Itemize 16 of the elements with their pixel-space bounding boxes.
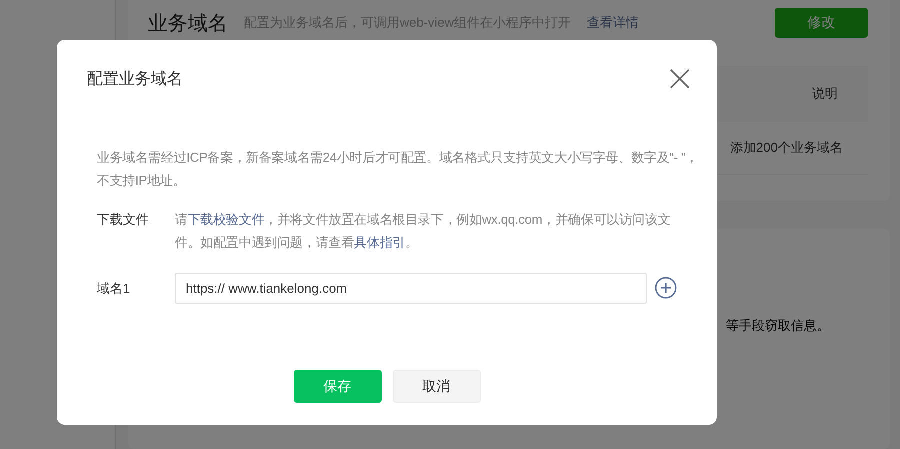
cancel-button[interactable]: 取消 (392, 370, 480, 403)
close-button[interactable] (669, 68, 691, 90)
domain-input[interactable]: https:// www.tiankelong.com (175, 273, 647, 304)
text-link[interactable]: 下载校验文件 (188, 212, 265, 227)
page-title: 业务域名 (148, 12, 228, 36)
add-icon[interactable] (655, 277, 677, 299)
notice-text: 业务域名需经过ICP备案，新备案域名需24小时后才可配置。域名格式只支持英文大小写字母、数字及“- ”，不支持IP地址。 (97, 149, 700, 190)
field-label: 域名1 (97, 280, 132, 298)
table-cell: 添加200个业务域名 (730, 139, 843, 157)
notice-text: 等手段窃取信息。 (726, 317, 830, 335)
column-header: 说明 (812, 85, 838, 103)
field-label: 下载文件 (97, 211, 150, 229)
details-link[interactable]: 查看详情 (587, 14, 640, 32)
dialog-title: 配置业务域名 (87, 70, 183, 90)
download-instructions: 请下载校验文件，并将文件放置在域名根目录下，例如wx.qq.com，并确保可以访问该文件。如配置中遇到问题，请查看具体指引。 (175, 211, 672, 252)
text-link[interactable]: 具体指引 (354, 235, 406, 250)
